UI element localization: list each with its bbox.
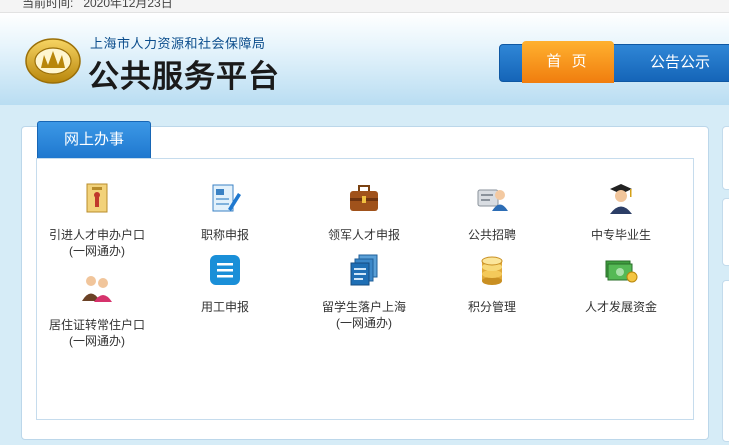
main-nav: 首 页 公告公示 xyxy=(499,41,729,83)
document-envelope-icon xyxy=(86,183,108,213)
current-date-text: 当前时间: 2020年12月23日 xyxy=(22,0,173,10)
service-label: 居住证转常住户口 xyxy=(48,318,145,332)
money-icon xyxy=(605,260,638,283)
platform-title: 公共服务平台 xyxy=(88,59,280,94)
certificate-pen-icon xyxy=(212,184,241,212)
recruitment-card-icon xyxy=(477,189,508,211)
organization-name: 上海市人力资源和社会保障局 xyxy=(90,36,266,51)
service-label: 公共招聘 xyxy=(467,228,516,242)
service-talent-development-fund[interactable]: 人才发展资金 xyxy=(556,253,686,315)
service-label: 用工申报 xyxy=(200,300,249,314)
service-residence-permit-hukou[interactable]: 居住证转常住户口 (一网通办) xyxy=(32,271,162,349)
service-employment-declaration[interactable]: 用工申报 xyxy=(160,253,290,315)
service-sublabel: (一网通办) xyxy=(69,334,125,348)
service-points-management[interactable]: 积分管理 xyxy=(427,253,557,315)
online-services-panel: 网上办事 引进人才申办户口 (一网通办) 职称申报 领军人才申报 公共招聘 中专… xyxy=(21,121,709,440)
shanghai-emblem-icon[interactable] xyxy=(24,31,82,89)
tab-online-services[interactable]: 网上办事 xyxy=(37,121,151,159)
service-label: 积分管理 xyxy=(467,300,516,314)
services-grid: 引进人才申办户口 (一网通办) 职称申报 领军人才申报 公共招聘 中专毕业生 居… xyxy=(36,158,694,420)
service-label: 人才发展资金 xyxy=(584,300,657,314)
service-sublabel: (一网通办) xyxy=(69,244,125,258)
briefcase-icon xyxy=(350,185,378,211)
side-panel-edge xyxy=(722,198,729,266)
nav-home-tab[interactable]: 首 页 xyxy=(522,41,614,83)
nav-notice-tab[interactable]: 公告公示 xyxy=(630,45,729,81)
service-overseas-students-hukou[interactable]: 留学生落户上海 (一网通办) xyxy=(299,253,429,331)
service-leading-talent[interactable]: 领军人才申报 xyxy=(299,181,429,243)
graduate-icon xyxy=(610,184,632,214)
service-professional-title[interactable]: 职称申报 xyxy=(160,181,290,243)
service-talent-hukou[interactable]: 引进人才申办户口 (一网通办) xyxy=(32,181,162,259)
service-label: 领军人才申报 xyxy=(327,228,400,242)
service-public-recruitment[interactable]: 公共招聘 xyxy=(427,181,557,243)
service-label: 职称申报 xyxy=(200,228,249,242)
site-header: 上海市人力资源和社会保障局 公共服务平台 首 页 公告公示 xyxy=(0,13,729,105)
coin-stack-icon xyxy=(481,256,503,285)
service-secondary-graduates[interactable]: 中专毕业生 xyxy=(556,181,686,243)
service-label: 中专毕业生 xyxy=(590,228,651,242)
stacked-documents-icon xyxy=(350,254,378,286)
top-info-bar: 当前时间: 2020年12月23日 xyxy=(0,0,729,13)
service-sublabel: (一网通办) xyxy=(336,316,392,330)
side-panel-edge xyxy=(722,126,729,190)
side-panel-edge xyxy=(722,280,729,442)
list-icon xyxy=(210,255,240,285)
people-icon xyxy=(82,276,112,302)
service-label: 引进人才申办户口 xyxy=(48,228,145,242)
service-label: 留学生落户上海 xyxy=(321,300,406,314)
